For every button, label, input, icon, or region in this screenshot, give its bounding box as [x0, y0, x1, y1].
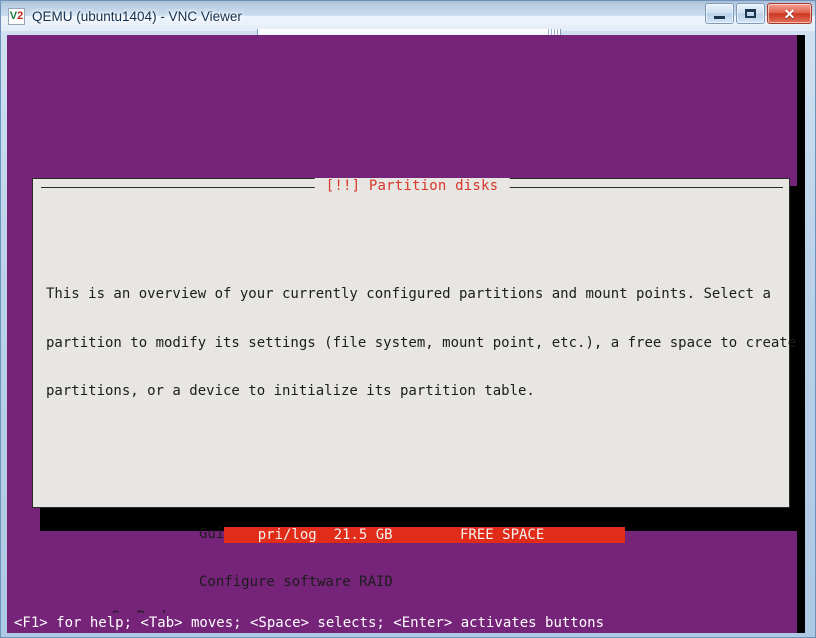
minimize-button[interactable] — [705, 3, 734, 24]
vnc-canvas[interactable]: [!!] Partition disks This is an overview… — [7, 35, 805, 633]
maximize-icon — [745, 9, 756, 18]
description-line-1: This is an overview of your currently co… — [46, 286, 771, 303]
close-button[interactable]: ✕ — [767, 3, 812, 24]
menu-item-configure-software-raid[interactable]: Configure software RAID — [199, 574, 791, 590]
vnc-icon-letter-v: V — [9, 9, 18, 22]
maximize-button[interactable] — [736, 3, 765, 24]
window-title: QEMU (ubuntu1404) - VNC Viewer — [32, 8, 242, 24]
installer-statusbar: <F1> for help; <Tab> moves; <Space> sele… — [7, 613, 797, 633]
minimize-icon — [714, 15, 725, 19]
description-line-3: partitions, or a device to initialize it… — [46, 383, 535, 400]
description-line-2: partition to modify its settings (file s… — [46, 334, 797, 351]
close-icon: ✕ — [783, 5, 796, 22]
statusbar-help-text: <F1> for help; <Tab> moves; <Space> sele… — [14, 615, 605, 631]
dialog-body: This is an overview of your currently co… — [33, 205, 797, 633]
partition-disks-dialog: [!!] Partition disks This is an overview… — [32, 178, 796, 633]
dialog-title: [!!] Partition disks — [314, 178, 510, 195]
window-controls: ✕ — [705, 3, 812, 24]
installer-desktop: [!!] Partition disks This is an overview… — [7, 35, 798, 633]
window-titlebar[interactable]: V2 QEMU (ubuntu1404) - VNC Viewer ✕ — [1, 1, 815, 31]
vnc-viewer-window: V2 QEMU (ubuntu1404) - VNC Viewer ✕ [!!]… — [0, 0, 816, 638]
dialog-title-bar: [!!] Partition disks — [33, 178, 791, 197]
dialog-description: This is an overview of your currently co… — [33, 254, 797, 432]
selected-free-space-row-label: pri/log 21.5 GB FREE SPACE — [224, 527, 545, 543]
vnc-app-icon: V2 — [8, 7, 25, 25]
vnc-icon-letter-n: 2 — [17, 9, 24, 22]
